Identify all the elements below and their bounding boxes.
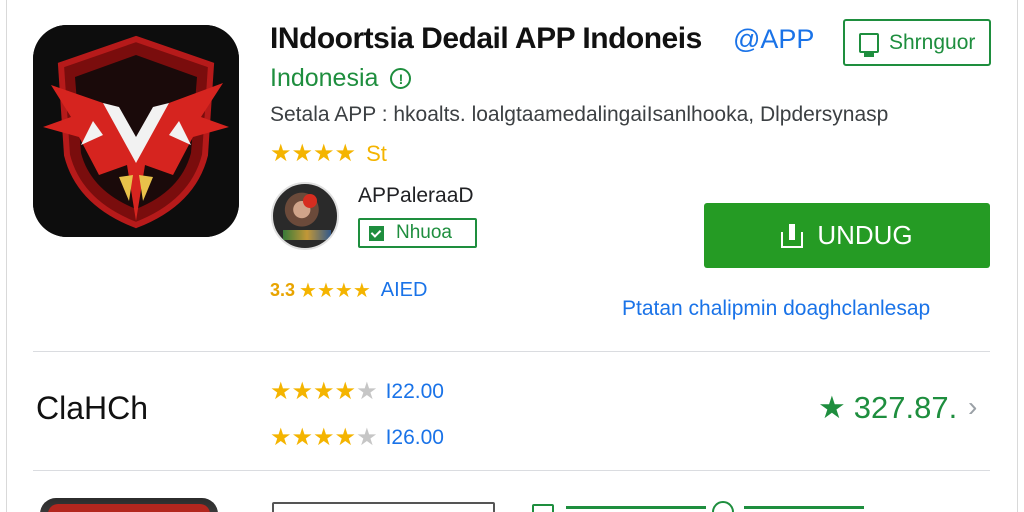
score-value: 327.87. — [853, 390, 958, 425]
next-item-badge-icon — [532, 504, 554, 512]
install-label: UNDUG — [817, 220, 913, 250]
publisher-name[interactable]: APPaleraaD — [358, 184, 474, 208]
check-icon — [369, 225, 384, 241]
developer-name: Indonesia — [270, 64, 379, 92]
price-value: I22.00 — [385, 379, 444, 403]
next-item-text-line — [566, 506, 706, 512]
title-badge: @APP — [733, 24, 814, 55]
rating-summary: ★★★★ St — [270, 139, 387, 168]
wishlist-button[interactable]: Shrnguor — [843, 19, 991, 66]
divider — [33, 351, 990, 352]
title-badge-text: @APP — [733, 24, 815, 54]
next-item-title-box — [272, 502, 495, 512]
price-row: ★★★★★ I22.00 — [270, 377, 444, 406]
wishlist-label: Shrnguor — [889, 30, 976, 54]
rating-value: St — [366, 140, 387, 166]
stars-on: ★★★★ — [270, 424, 357, 451]
app-title: INdoortsia Dedail APP Indoneis — [270, 22, 702, 55]
bookmark-icon — [859, 32, 879, 57]
publisher-badge-label: Nhuoa — [396, 222, 452, 243]
score-display: ★ 327.87. — [818, 390, 957, 426]
secondary-rating-number: 3.3 — [270, 280, 296, 300]
stars-off: ★ — [356, 424, 378, 451]
price-star-icons: ★★★★★ — [270, 377, 378, 406]
chevron-right-icon[interactable]: › — [968, 391, 977, 423]
info-icon[interactable]: ! — [390, 68, 412, 89]
price-row: ★★★★★ I26.00 — [270, 423, 444, 452]
price-value: I26.00 — [385, 425, 444, 449]
details-link[interactable]: Ptatan chalipmin doaghclanlesap — [622, 297, 930, 321]
next-item-text-line — [744, 506, 864, 509]
install-button[interactable]: UNDUG — [704, 203, 990, 268]
app-icon[interactable] — [33, 25, 239, 237]
secondary-rating: 3.3 ★★★★ AIED — [270, 278, 427, 303]
app-subtitle: Setala APP : hkoalts. loalgtaamedalingai… — [270, 103, 889, 126]
shield-logo-icon — [33, 25, 239, 237]
publisher-badge[interactable]: Nhuoa — [358, 218, 477, 248]
publisher-avatar[interactable] — [271, 182, 339, 250]
divider — [33, 470, 990, 471]
developer-link[interactable]: Indonesia ! — [270, 64, 412, 93]
star-icon: ★ — [818, 390, 846, 425]
stars-off: ★ — [356, 378, 378, 405]
stars-on: ★★★★ — [270, 378, 357, 405]
star-rating-icon: ★★★★ — [270, 140, 357, 167]
section-label: ClaHCh — [36, 390, 149, 426]
download-icon — [781, 223, 804, 248]
secondary-rating-tag: AIED — [380, 279, 428, 301]
next-item-thumbnail[interactable] — [40, 498, 218, 512]
price-star-icons: ★★★★★ — [270, 423, 378, 452]
secondary-star-icons: ★★★★ — [299, 280, 371, 302]
